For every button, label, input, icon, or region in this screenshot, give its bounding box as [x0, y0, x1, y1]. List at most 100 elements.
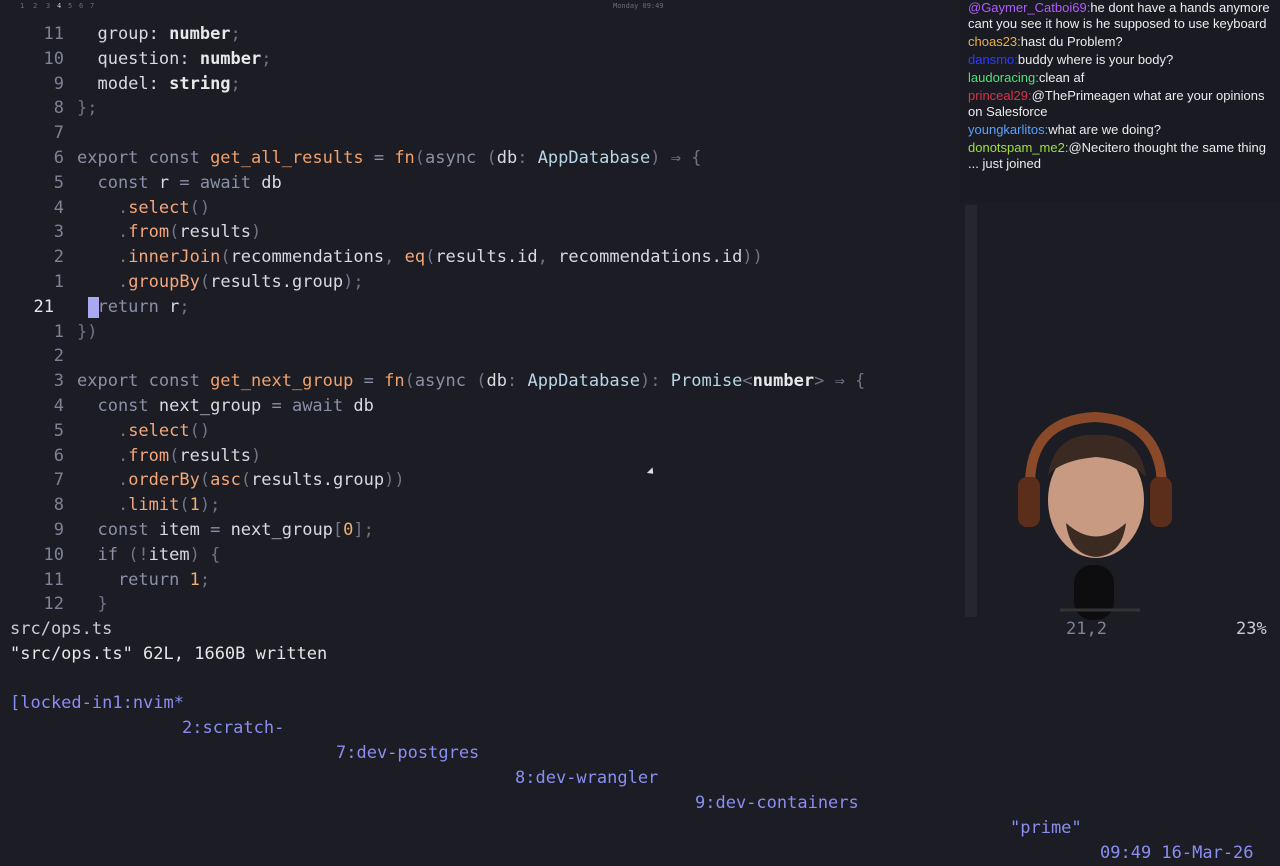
chat-username: dansmo:	[968, 52, 1018, 67]
code-line[interactable]: 11 return 1;	[0, 568, 965, 593]
line-number: 2	[53, 247, 64, 268]
chat-message: laudoracing:clean af	[960, 70, 1280, 88]
chat-text: buddy where is your body?	[1017, 52, 1174, 67]
code-line[interactable]: 2	[0, 344, 965, 369]
code-line[interactable]: 3 export const get_next_group = fn(async …	[0, 369, 965, 394]
line-number: 1	[53, 272, 64, 292]
code-line[interactable]: 7	[0, 121, 965, 146]
code-text: const item = next_group[0];	[77, 520, 374, 540]
chat-message: donotspam_me2:@Necitero thought the same…	[960, 140, 1280, 174]
command-line[interactable]: "src/ops.ts" 62L, 1660B written	[10, 642, 327, 666]
code-text: const next_group = await db	[77, 396, 374, 416]
tmux-window-dev-postgres[interactable]: 7:dev-postgres	[336, 741, 479, 766]
code-text: .select()	[77, 420, 211, 441]
line-number: 4	[53, 396, 64, 416]
code-text: .from(results)	[77, 445, 262, 466]
code-text: .from(results)	[77, 222, 262, 243]
line-number: 8	[53, 495, 64, 516]
workspace-7[interactable]: 7	[90, 2, 94, 10]
code-text: export const get_next_group = fn(async (…	[77, 371, 866, 392]
workspace-3[interactable]: 3	[46, 2, 50, 10]
line-number: 2	[53, 346, 64, 367]
line-number: 9	[53, 520, 64, 540]
line-number: 1	[53, 321, 64, 342]
code-text: };	[77, 98, 98, 119]
code-line[interactable]: 9 const item = next_group[0];	[0, 518, 965, 543]
code-text: })	[77, 321, 98, 342]
tmux-window-dev-containers[interactable]: 9:dev-containers	[695, 791, 859, 816]
workspace-1[interactable]: 1	[20, 2, 24, 10]
workspace-bar: 1 2 3 4 5 6 7 Monday 09:49	[0, 0, 960, 12]
code-text: .limit(1);	[77, 495, 221, 516]
code-text: .select()	[77, 197, 211, 218]
code-line[interactable]: 8 .limit(1);	[0, 493, 965, 518]
code-line[interactable]: 6 export const get_all_results = fn(async…	[0, 146, 965, 171]
chat-username: donotspam_me2:	[968, 140, 1069, 155]
workspace-5[interactable]: 5	[68, 2, 72, 10]
code-editor[interactable]: 11 group: number; 10 question: number; 9 m…	[0, 22, 965, 617]
tmux-window-dev-wrangler[interactable]: 8:dev-wrangler	[515, 766, 658, 791]
window-split	[965, 205, 977, 617]
tmux-window-nvim[interactable]: [locked-in1:nvim*	[10, 691, 184, 716]
code-line[interactable]: 6 .from(results)	[0, 444, 965, 469]
code-line[interactable]: 4 .select()	[0, 196, 965, 221]
code-text: if (!item) {	[77, 544, 221, 565]
line-number: 4	[53, 197, 64, 218]
code-text: return 1;	[77, 569, 211, 590]
code-line[interactable]: 11 group: number;	[0, 22, 965, 47]
chat-username: @Gaymer_Catboi69:	[968, 0, 1091, 15]
code-line[interactable]: 21 return r;	[0, 295, 965, 320]
chat-text: what are we doing?	[1048, 122, 1161, 137]
chat-username: choas23:	[968, 34, 1021, 49]
code-text: const r = await db	[77, 172, 282, 193]
chat-text: hast du Problem?	[1020, 34, 1123, 49]
tmux-status-bar: [locked-in1:nvim* 2:scratch- 7:dev-postg…	[0, 666, 1280, 863]
line-number: 7	[53, 123, 64, 144]
code-text: .orderBy(asc(results.group))	[77, 470, 405, 491]
line-number: 12	[43, 594, 64, 615]
line-number: 7	[53, 470, 64, 491]
chat-message: @Gaymer_Catboi69:he dont have a hands an…	[960, 0, 1280, 34]
topbar-clock: Monday 09:49	[613, 2, 664, 10]
code-line[interactable]: 12 }	[0, 592, 965, 617]
chat-message: youngkarlitos:what are we doing?	[960, 122, 1280, 140]
code-line[interactable]: 1})	[0, 320, 965, 345]
line-number: 10	[43, 544, 64, 565]
workspace-6[interactable]: 6	[79, 2, 83, 10]
code-line[interactable]: 10 if (!item) {	[0, 543, 965, 568]
webcam-overlay	[1018, 411, 1172, 620]
line-number: 21	[33, 296, 54, 317]
chat-username: princeal29:	[968, 88, 1032, 103]
chat-username: youngkarlitos:	[968, 122, 1049, 137]
tmux-hostname: "prime"	[1010, 818, 1082, 838]
line-number: 5	[53, 172, 64, 193]
line-number: 3	[53, 371, 64, 392]
code-text: return r;	[77, 296, 190, 317]
code-line[interactable]: 1 .groupBy(results.group);	[0, 270, 965, 295]
code-line[interactable]: 4 const next_group = await db	[0, 394, 965, 419]
line-number: 6	[53, 445, 64, 466]
line-number: 11	[43, 569, 64, 590]
code-line[interactable]: 5 .select()	[0, 419, 965, 444]
code-line[interactable]: 3 .from(results)	[0, 220, 965, 245]
code-line[interactable]: 2 .innerJoin(recommendations, eq(results…	[0, 245, 965, 270]
status-line: src/ops.ts 21,2 23%	[0, 617, 1280, 641]
code-text: .innerJoin(recommendations, eq(results.i…	[77, 247, 763, 268]
chat-text: clean af	[1038, 70, 1085, 85]
line-number: 6	[53, 148, 64, 168]
code-text: .groupBy(results.group);	[77, 272, 364, 292]
chat-username: laudoracing:	[968, 70, 1039, 85]
code-line[interactable]: 8};	[0, 96, 965, 121]
code-line[interactable]: 5 const r = await db	[0, 171, 965, 196]
code-line[interactable]: 9 model: string;	[0, 72, 965, 97]
code-text: model: string;	[77, 73, 241, 94]
code-line[interactable]: 10 question: number;	[0, 47, 965, 72]
workspace-2[interactable]: 2	[33, 2, 37, 10]
code-line[interactable]: 7 .orderBy(asc(results.group))	[0, 468, 965, 493]
line-number: 9	[53, 73, 64, 94]
code-text: export const get_all_results = fn(async …	[77, 148, 702, 168]
line-number: 8	[53, 98, 64, 119]
workspace-4[interactable]: 4	[57, 2, 61, 10]
line-number: 10	[43, 48, 64, 69]
chat-message: dansmo:buddy where is your body?	[960, 52, 1280, 70]
